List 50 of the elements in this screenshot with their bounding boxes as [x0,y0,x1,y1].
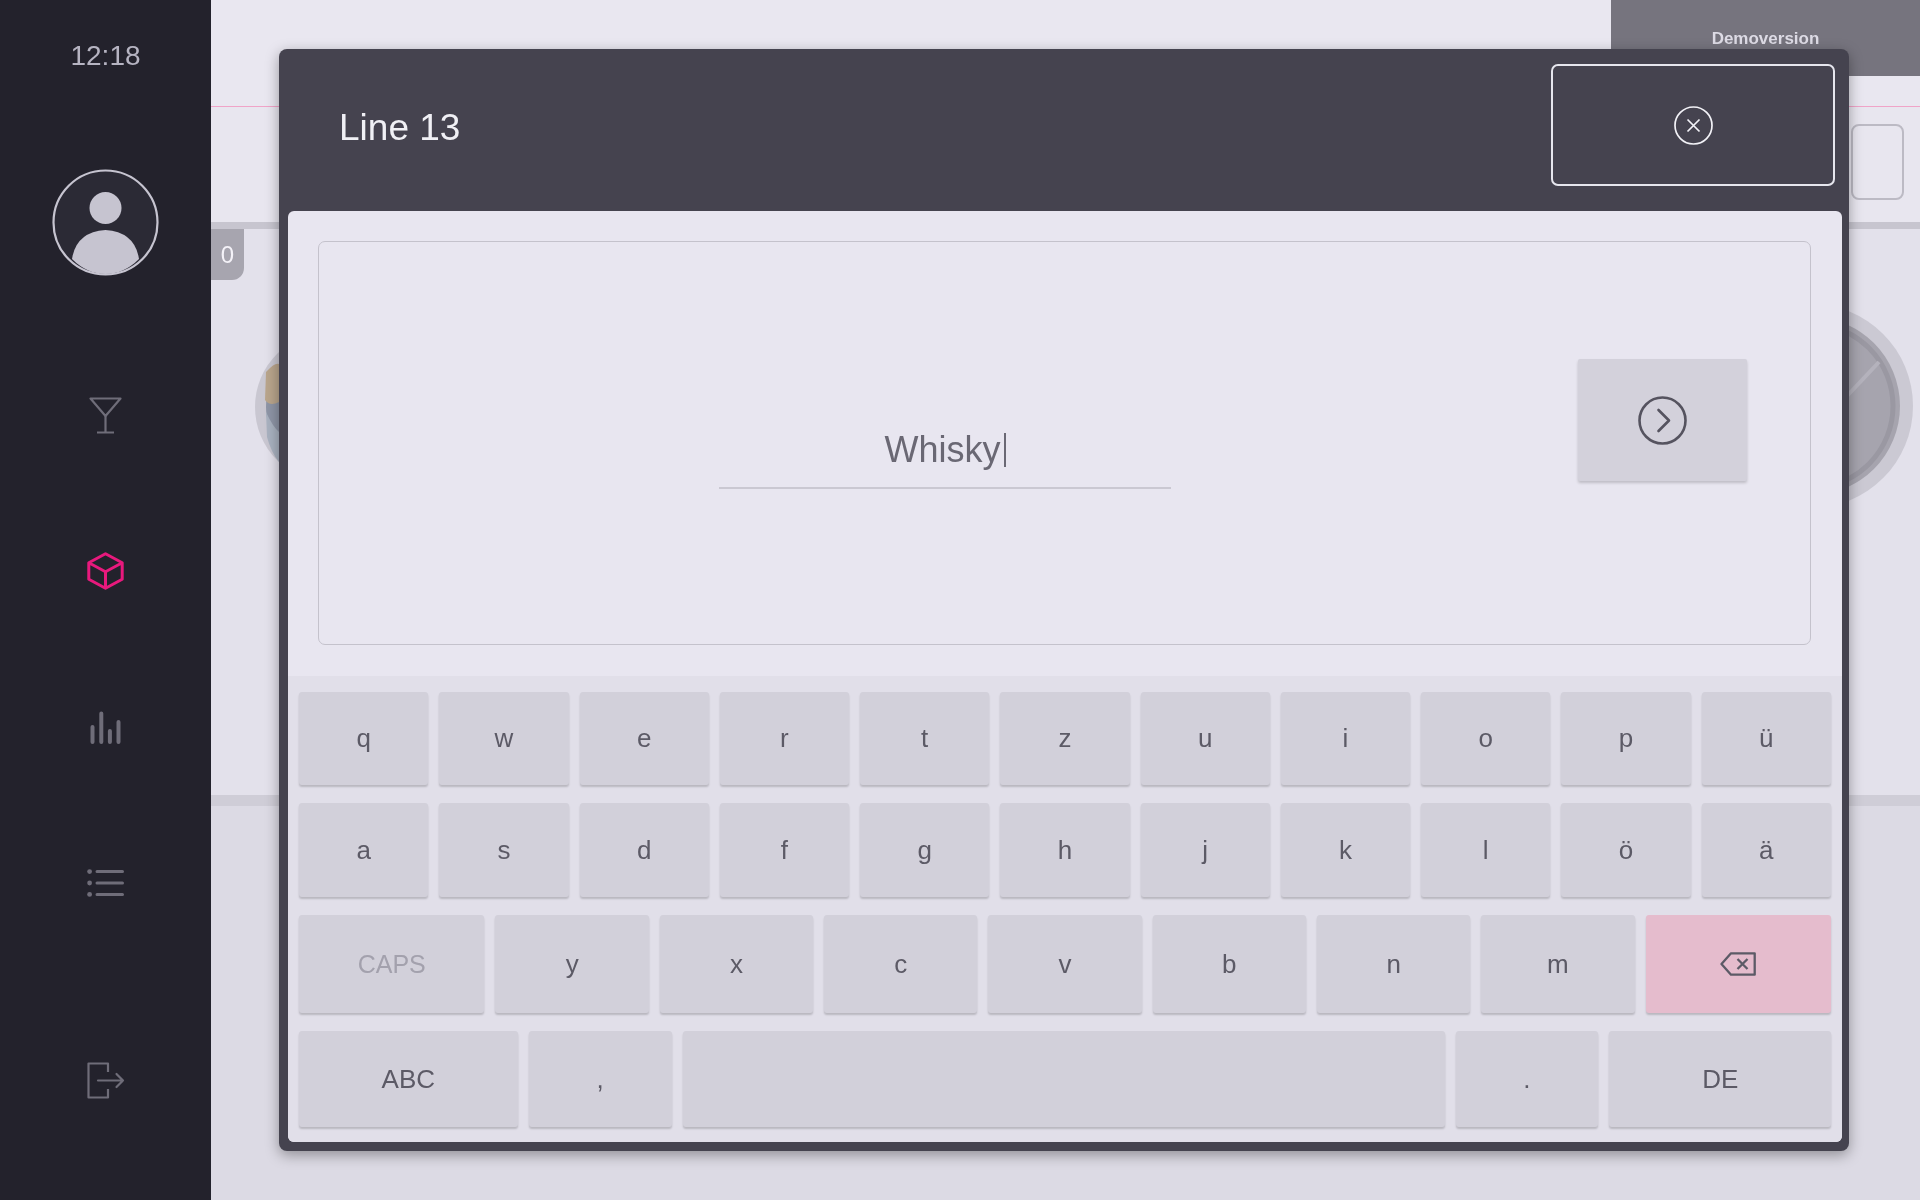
outlined-field[interactable] [1851,124,1904,200]
keyboard-key[interactable]: , [528,1031,672,1127]
keyboard-key[interactable]: n [1316,915,1471,1013]
keyboard-key[interactable]: d [579,803,709,897]
dialog-title: Line 13 [339,106,461,150]
avatar-icon [52,169,159,276]
close-icon [1673,105,1713,145]
keyboard-key[interactable]: v [988,915,1142,1013]
keyboard-key[interactable]: h [1000,803,1130,897]
bar-chart-icon[interactable] [89,710,122,744]
keyboard-key[interactable]: m [1481,915,1635,1013]
keyboard-key[interactable]: x [659,915,814,1013]
keyboard-key[interactable]: q [299,692,429,785]
keyboard-key[interactable]: j [1140,803,1270,897]
keyboard-key[interactable]: f [719,803,850,897]
language-key[interactable]: DE [1609,1031,1831,1127]
keyboard-key[interactable]: e [579,692,709,785]
keyboard-key[interactable]: u [1140,692,1270,785]
keyboard-key[interactable]: i [1280,692,1411,785]
keyboard-key[interactable]: y [495,915,649,1013]
keyboard-key[interactable]: b [1152,915,1306,1013]
keyboard-key[interactable]: w [439,692,569,785]
keyboard-key[interactable]: p [1561,692,1691,785]
keyboard-key[interactable]: ü [1701,692,1831,785]
keyboard-key[interactable]: g [860,803,990,897]
keyboard-key[interactable]: z [1000,692,1130,785]
keyboard-key[interactable]: l [1421,803,1551,897]
cursor-icon [1003,433,1006,467]
submit-button[interactable] [1578,359,1747,481]
text-input-field[interactable]: Whisky [719,426,1171,489]
keyboard-key[interactable]: r [719,692,850,785]
keyboard-key[interactable]: a [299,803,429,897]
close-button[interactable] [1551,64,1835,186]
mode-key[interactable]: ABC [299,1031,518,1127]
keyboard-key[interactable]: ö [1561,803,1691,897]
arrow-right-icon [1638,395,1687,445]
keyboard-key[interactable]: k [1280,803,1411,897]
keyboard-key[interactable]: c [824,915,978,1013]
cocktail-glass-icon[interactable] [89,396,122,434]
count-badge: 0 [211,229,244,280]
keyboard-key[interactable]: t [860,692,990,785]
keyboard-key[interactable]: . [1455,1031,1599,1127]
keyboard-key[interactable]: o [1421,692,1551,785]
cube-icon[interactable] [87,552,124,590]
clock-time: 12:18 [70,40,141,72]
backspace-icon [1720,952,1757,976]
keyboard-key[interactable]: ä [1701,803,1831,897]
keyboard-key[interactable]: s [439,803,569,897]
logout-icon[interactable] [86,1061,125,1099]
list-icon[interactable] [87,869,124,897]
